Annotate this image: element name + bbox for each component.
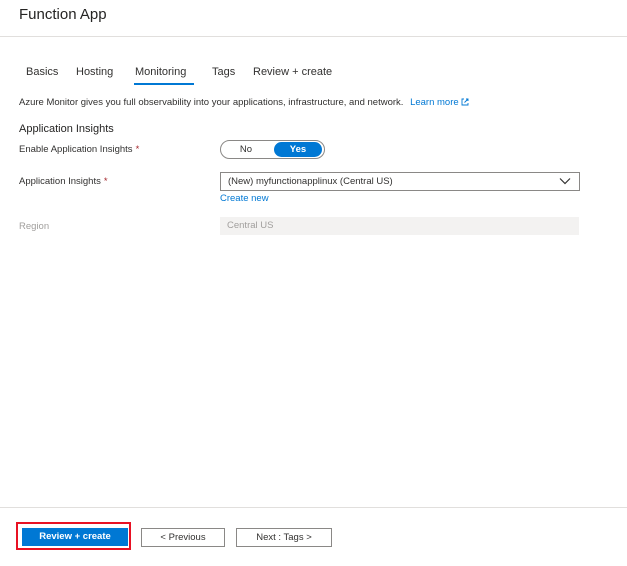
app-insights-label-text: Application Insights	[19, 176, 101, 187]
enable-app-insights-toggle[interactable]: No Yes	[220, 140, 325, 159]
toggle-option-no[interactable]: No	[221, 141, 271, 158]
monitoring-description: Azure Monitor gives you full observabili…	[19, 97, 469, 108]
tab-hosting[interactable]: Hosting	[76, 66, 113, 78]
region-field: Central US	[220, 217, 579, 235]
header-divider	[0, 36, 627, 37]
active-tab-indicator	[134, 83, 194, 85]
next-tags-button[interactable]: Next : Tags >	[236, 528, 332, 547]
region-value: Central US	[227, 220, 274, 231]
required-marker: *	[135, 144, 140, 155]
learn-more-link[interactable]: Learn more	[410, 97, 469, 108]
app-insights-dropdown[interactable]: (New) myfunctionapplinux (Central US)	[220, 172, 580, 191]
app-insights-selected-value: (New) myfunctionapplinux (Central US)	[228, 176, 393, 187]
create-new-link[interactable]: Create new	[220, 193, 269, 204]
review-create-button[interactable]: Review + create	[22, 528, 128, 546]
learn-more-label: Learn more	[410, 97, 459, 108]
footer-divider	[0, 507, 627, 508]
tab-review-create[interactable]: Review + create	[253, 66, 332, 78]
tab-basics[interactable]: Basics	[26, 66, 58, 78]
external-link-icon	[461, 98, 469, 106]
enable-app-insights-label: Enable Application Insights *	[19, 144, 139, 155]
tab-monitoring[interactable]: Monitoring	[135, 66, 186, 78]
app-insights-label: Application Insights *	[19, 176, 108, 187]
section-title-app-insights: Application Insights	[19, 123, 114, 135]
description-text: Azure Monitor gives you full observabili…	[19, 97, 404, 108]
required-marker: *	[103, 176, 108, 187]
previous-button[interactable]: < Previous	[141, 528, 225, 547]
toggle-option-yes[interactable]: Yes	[274, 142, 322, 157]
tab-tags[interactable]: Tags	[212, 66, 235, 78]
chevron-down-icon	[559, 178, 571, 185]
page-title: Function App	[19, 6, 107, 23]
region-label: Region	[19, 221, 50, 232]
enable-label-text: Enable Application Insights	[19, 144, 133, 155]
